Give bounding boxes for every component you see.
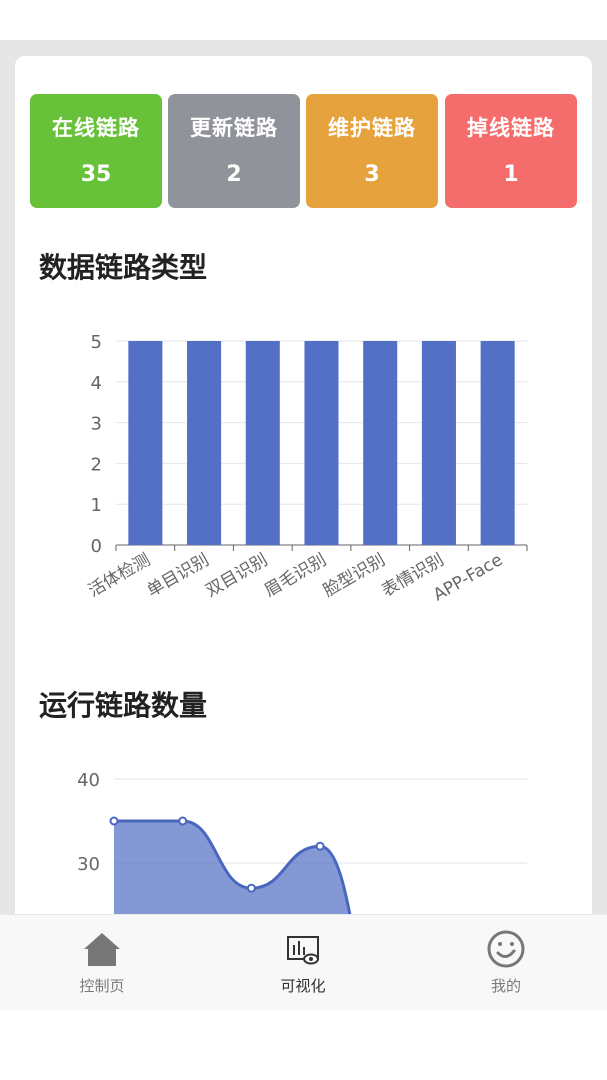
y-tick-label: 0 bbox=[91, 536, 102, 557]
running-links-area-chart: 30 40 bbox=[77, 770, 527, 936]
tab-label: 我的 bbox=[490, 977, 521, 995]
tab-mine[interactable]: 我的 bbox=[446, 915, 566, 1010]
tab-label: 可视化 bbox=[280, 977, 326, 995]
y-tick-label: 1 bbox=[91, 495, 102, 516]
stat-card-updating[interactable]: 更新链路 2 bbox=[168, 94, 300, 208]
visualization-icon bbox=[287, 936, 319, 965]
y-tick-label: 2 bbox=[91, 454, 102, 475]
data-point bbox=[109, 816, 119, 826]
y-tick-label: 3 bbox=[91, 414, 102, 435]
stat-value: 35 bbox=[80, 162, 112, 187]
section-title-running-links: 运行链路数量 bbox=[39, 689, 208, 722]
data-point bbox=[246, 883, 256, 893]
bar bbox=[245, 341, 280, 545]
stat-card-offline[interactable]: 掉线链路 1 bbox=[445, 94, 577, 208]
bar bbox=[421, 341, 456, 545]
bar bbox=[304, 341, 339, 545]
y-tick-label: 4 bbox=[91, 373, 102, 394]
stat-label: 在线链路 bbox=[52, 116, 140, 140]
home-icon bbox=[84, 933, 120, 966]
y-tick-label: 40 bbox=[77, 770, 100, 791]
bar bbox=[480, 341, 515, 545]
section-title-link-types: 数据链路类型 bbox=[39, 251, 208, 284]
y-tick-label: 5 bbox=[91, 332, 102, 353]
data-point bbox=[315, 841, 325, 851]
bottom-tab-bar: 控制页 可视化 我的 bbox=[0, 914, 607, 1010]
smile-face-icon bbox=[487, 930, 525, 968]
stat-card-online[interactable]: 在线链路 35 bbox=[30, 94, 162, 208]
stat-label: 维护链路 bbox=[328, 116, 416, 140]
data-point bbox=[178, 816, 188, 826]
x-tick-label: 双目识别 bbox=[202, 550, 271, 601]
bar bbox=[187, 341, 222, 545]
dashboard-card: 在线链路 35 更新链路 2 维护链路 3 掉线链路 1 数据链路类型 0123… bbox=[15, 56, 592, 936]
x-tick-label: 活体检测 bbox=[85, 550, 154, 601]
tab-label: 控制页 bbox=[79, 977, 125, 995]
stat-value: 2 bbox=[226, 162, 242, 187]
x-tick-label: 单目识别 bbox=[144, 550, 213, 601]
y-tick-label: 30 bbox=[77, 854, 100, 875]
stat-card-maintenance[interactable]: 维护链路 3 bbox=[306, 94, 438, 208]
tab-visualization[interactable]: 可视化 bbox=[243, 915, 363, 1010]
stat-label: 掉线链路 bbox=[467, 116, 555, 140]
tab-control[interactable]: 控制页 bbox=[42, 915, 162, 1010]
bar bbox=[363, 341, 398, 545]
link-types-bar-chart: 012345活体检测单目识别双目识别眉毛识别脸型识别表情识别APP-Face bbox=[85, 332, 528, 606]
bar bbox=[128, 341, 163, 545]
stat-value: 3 bbox=[364, 162, 380, 187]
x-tick-label: 眉毛识别 bbox=[261, 550, 330, 601]
x-tick-label: 脸型识别 bbox=[320, 550, 389, 601]
stat-cards: 在线链路 35 更新链路 2 维护链路 3 掉线链路 1 bbox=[30, 94, 577, 208]
stat-label: 更新链路 bbox=[190, 116, 278, 140]
stat-value: 1 bbox=[503, 162, 519, 187]
